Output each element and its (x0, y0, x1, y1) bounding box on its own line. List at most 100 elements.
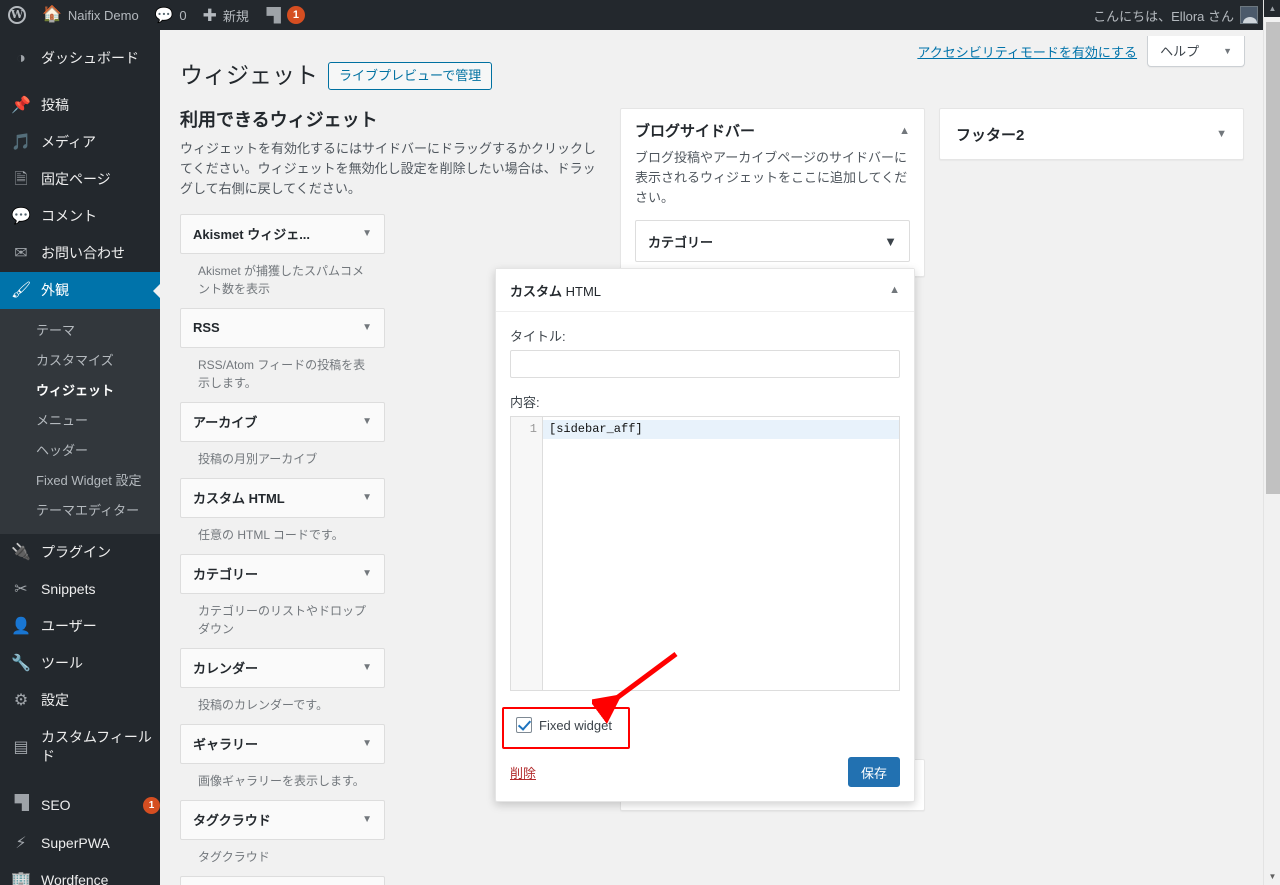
sidebar-subitem-customize[interactable]: カスタマイズ (0, 346, 160, 376)
sidebar-item-seo[interactable]: SEO 1 (0, 785, 160, 825)
sidebar-subitem-menus[interactable]: メニュー (0, 406, 160, 436)
sidebar-item-superpwa[interactable]: ⚡ SuperPWA (0, 825, 160, 862)
sidebar-item-settings[interactable]: ⚙ 設定 (0, 682, 160, 719)
widget-calendar[interactable]: カレンダー ▼ (180, 647, 385, 688)
fixed-widget-checkbox[interactable] (516, 717, 532, 733)
sidebar-item-dashboard[interactable]: ◑ ダッシュボード (0, 40, 160, 77)
chevron-down-icon: ▼ (362, 662, 372, 674)
widget-description: 任意の HTML コードです。 (198, 527, 344, 542)
appearance-submenu: テーマ カスタマイズ ウィジェット メニュー ヘッダー Fixed Widget… (0, 309, 160, 534)
widget-tag-cloud[interactable]: タグクラウド ▼ (180, 799, 385, 840)
chevron-down-icon[interactable]: ▼ (1208, 124, 1227, 144)
widget-title: カスタム HTML (193, 491, 285, 507)
html-code-editor[interactable]: 1 [sidebar_aff] (510, 416, 900, 691)
comment-count: 0 (179, 7, 187, 23)
custom-html-widget-header[interactable]: カスタム HTML ▲ (496, 269, 914, 312)
sidebar-panel-header[interactable]: ブログサイドバー ▲ (621, 109, 924, 152)
widget-description: 画像ギャラリーを表示します。 (198, 773, 365, 788)
sidebar-item-media[interactable]: 🎵 メディア (0, 124, 160, 161)
accessibility-mode-link[interactable]: アクセシビリティモードを有効にする (917, 42, 1137, 61)
code-line-number: 1 (529, 422, 537, 436)
widget-rss[interactable]: RSS ▼ (180, 307, 385, 348)
sidebar-item-custom-fields[interactable]: ▤ カスタムフィールド (0, 719, 160, 775)
widget-gallery[interactable]: ギャラリー ▼ (180, 723, 385, 764)
manage-in-live-preview-button[interactable]: ライブプレビューで管理 (328, 61, 493, 90)
scroll-up-arrow-icon[interactable]: ▲ (1264, 0, 1280, 17)
widget-description: 投稿のカレンダーです。 (198, 697, 329, 712)
admin-sidebar-menu[interactable]: ◑ ダッシュボード 📌 投稿 🎵 メディア 🗎 固定ページ 💬 コメント ✉ お… (0, 30, 160, 885)
fixed-widget-checkbox-row[interactable]: Fixed widget (510, 713, 618, 737)
widget-akismet[interactable]: Akismet ウィジェ... ▼ (180, 213, 385, 254)
sidebar-item-contact[interactable]: ✉ お問い合わせ (0, 235, 160, 272)
pin-icon: 📌 (11, 97, 31, 114)
sidebar-subitem-widgets[interactable]: ウィジェット (0, 376, 160, 406)
sidebar-item-label: SuperPWA (41, 835, 110, 851)
chevron-up-icon[interactable]: ▲ (891, 121, 910, 141)
sidebar-item-label: メディア (41, 134, 97, 150)
sidebar-item-snippets[interactable]: ✂ Snippets (0, 571, 160, 608)
sidebar-subitem-header[interactable]: ヘッダー (0, 436, 160, 466)
chevron-down-icon: ▼ (362, 568, 372, 580)
chevron-down-icon: ▼ (362, 228, 372, 240)
sidebar-item-wordfence[interactable]: 🏢 Wordfence (0, 862, 160, 885)
sidebar-subitem-fixed-widget-settings[interactable]: Fixed Widget 設定 (0, 466, 160, 496)
widget-title: RSS (193, 320, 220, 336)
site-name-menu[interactable]: 🏠 Naifix Demo (34, 0, 147, 30)
scroll-down-arrow-icon[interactable]: ▼ (1264, 868, 1280, 885)
sidebar-panel-title: フッター2 (956, 126, 1025, 144)
title-input[interactable] (510, 350, 900, 378)
widget-title: アーカイブ (193, 415, 258, 431)
delete-widget-link[interactable]: 削除 (510, 763, 536, 782)
comments-bubble[interactable]: 💬 0 (147, 0, 195, 30)
yoast-seo-menu[interactable]: 1 (257, 0, 313, 30)
widget-custom-html[interactable]: カスタム HTML ▼ (180, 477, 385, 518)
comment-icon: 💬 (11, 208, 31, 225)
my-account-menu[interactable]: こんにちは、Ellora さん (1085, 0, 1280, 30)
help-tab-button[interactable]: ヘルプ ▼ (1147, 36, 1245, 67)
new-content-menu[interactable]: ✚ 新規 (195, 0, 257, 30)
sidebar-panel-blog-sidebar: ブログサイドバー ▲ ブログ投稿やアーカイブページのサイドバーに表示されるウィジ… (620, 108, 925, 278)
wordfence-icon: 🏢 (11, 872, 31, 885)
custom-html-widget-footer: 削除 保存 (496, 751, 914, 801)
new-label: 新規 (222, 8, 249, 24)
custom-html-widget-panel: カスタム HTML ▲ タイトル: 内容: 1 [sidebar_aff] Fi… (495, 268, 915, 802)
sidebar-item-label: 外観 (41, 282, 69, 298)
custom-html-widget-title-suffix: HTML (562, 283, 602, 299)
vertical-scrollbar[interactable]: ▲ ▼ (1263, 0, 1280, 885)
save-button[interactable]: 保存 (847, 757, 900, 787)
plus-icon: ✚ (202, 5, 217, 25)
widget-title: ギャラリー (193, 737, 259, 753)
assigned-widget-categories[interactable]: カテゴリー ▼ (635, 220, 910, 263)
sidebar-item-comments[interactable]: 💬 コメント (0, 198, 160, 235)
available-widgets-description: ウィジェットを有効化するにはサイドバーにドラッグするかクリックしてください。ウィ… (180, 141, 597, 197)
widget-categories[interactable]: カテゴリー ▼ (180, 553, 385, 594)
custom-html-widget-title: カスタム HTML (510, 281, 601, 300)
sidebar-item-label: カスタムフィールド (41, 729, 152, 764)
yoast-icon (266, 6, 281, 24)
widget-title: カテゴリー (193, 567, 259, 583)
home-icon: 🏠 (42, 6, 62, 23)
available-widget: ギャラリー ▼ 画像ギャラリーを表示します。 (180, 723, 385, 800)
sidebar-item-appearance[interactable]: 🖌 外観 (0, 272, 160, 309)
widget-archives[interactable]: アーカイブ ▼ (180, 401, 385, 442)
sidebar-item-users[interactable]: 👤 ユーザー (0, 608, 160, 645)
wrench-icon: 🔧 (11, 655, 31, 672)
sidebar-subitem-theme-editor[interactable]: テーマエディター (0, 496, 160, 526)
chevron-up-icon[interactable]: ▲ (881, 280, 900, 300)
sidebar-subitem-themes[interactable]: テーマ (0, 316, 160, 346)
available-widget: テキスト ▼ 任意のテキスト。 (180, 875, 385, 885)
sidebar-panel-footer2[interactable]: フッター2 ▼ (939, 108, 1244, 160)
sidebar-item-posts[interactable]: 📌 投稿 (0, 87, 160, 124)
sidebar-item-tools[interactable]: 🔧 ツール (0, 645, 160, 682)
widget-title: タグクラウド (193, 813, 271, 829)
chevron-down-icon: ▼ (362, 738, 372, 750)
sidebar-item-plugins[interactable]: 🔌 プラグイン (0, 534, 160, 571)
sidebar-item-pages[interactable]: 🗎 固定ページ (0, 161, 160, 198)
wordpress-logo-menu[interactable] (0, 0, 34, 30)
widget-text[interactable]: テキスト ▼ (180, 875, 385, 885)
comment-bubble-icon: 💬 (154, 6, 174, 24)
media-icon: 🎵 (11, 134, 31, 151)
code-lines-area[interactable]: [sidebar_aff] (543, 417, 899, 690)
scrollbar-thumb[interactable] (1266, 22, 1280, 494)
code-line[interactable]: [sidebar_aff] (543, 420, 899, 439)
